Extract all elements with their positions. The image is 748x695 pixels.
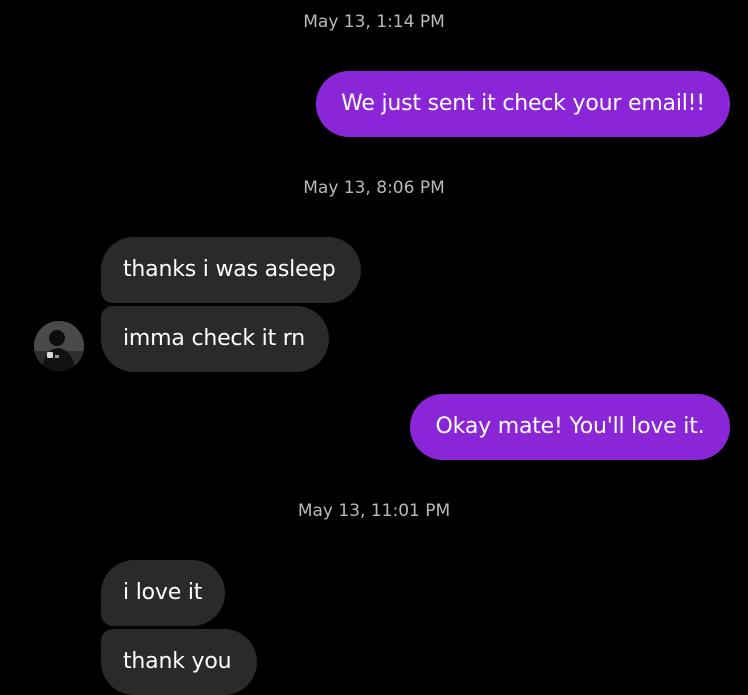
received-message[interactable]: i love it — [101, 560, 225, 626]
received-message[interactable]: thank you — [101, 629, 257, 695]
timestamp: May 13, 8:06 PM — [303, 178, 445, 198]
timestamp: May 13, 11:01 PM — [297, 501, 451, 521]
sent-message[interactable]: We just sent it check your email!! — [316, 71, 730, 137]
sent-message[interactable]: Okay mate! You'll love it. — [410, 394, 730, 460]
message-thread: May 13, 1:14 PM We just sent it check yo… — [0, 0, 748, 695]
timestamp: May 13, 1:14 PM — [303, 12, 445, 32]
contact-avatar-icon[interactable] — [34, 321, 84, 371]
received-message[interactable]: imma check it rn — [101, 306, 329, 372]
received-message[interactable]: thanks i was asleep — [101, 237, 361, 303]
